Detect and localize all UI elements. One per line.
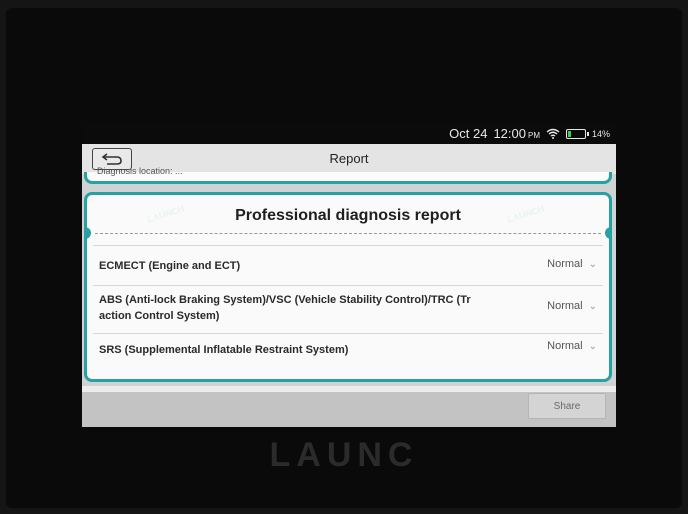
wifi-icon [546,128,560,139]
device-brand-logo: LAUNC [269,436,419,474]
diagnosis-report-card: LAUNCH LAUNCH Professional diagnosis rep… [84,192,612,382]
card-notch-right [605,227,609,239]
system-row-srs[interactable]: SRS (Supplemental Inflatable Restraint S… [93,333,603,370]
footer-bar: Share [82,392,616,427]
system-row-abs[interactable]: ABS (Anti-lock Braking System)/VSC (Vehi… [93,285,603,332]
status-date: Oct 24 [449,126,488,141]
chevron-down-icon: ⌄ [588,300,597,312]
previous-card: Diagnosis location: ... [84,166,612,184]
battery-percent: 14% [591,128,610,139]
device-screen: Oct 24 12:00PM 14% Report Diagnosis loc [82,122,616,427]
report-content: Diagnosis location: ... LAUNCH LAUNCH Pr… [82,166,616,386]
battery-icon [565,128,589,139]
system-status: Normal ⌄ [547,340,597,352]
chevron-down-icon: ⌄ [588,340,597,352]
card-notch-left [87,227,91,239]
status-time: 12:00 PM [493,126,540,141]
report-heading: Professional diagnosis report [235,207,461,224]
system-name: ABS (Anti-lock Braking System)/VSC (Vehi… [99,294,471,322]
system-row-ecmect[interactable]: ECMECT (Engine and ECT) Normal ⌄ [93,245,603,284]
dashed-divider [95,233,601,234]
system-status: Normal ⌄ [547,300,597,312]
share-button[interactable]: Share [528,393,606,419]
previous-card-text: Diagnosis location: ... [97,166,183,176]
chevron-down-icon: ⌄ [588,258,597,270]
page-title: Report [329,151,369,166]
status-bar: Oct 24 12:00 PM 14% [82,122,616,144]
system-name: SRS (Supplemental Inflatable Restraint S… [99,344,349,356]
system-status: Normal ⌄ [547,258,597,270]
system-name: ECMECT (Engine and ECT) [99,260,241,272]
